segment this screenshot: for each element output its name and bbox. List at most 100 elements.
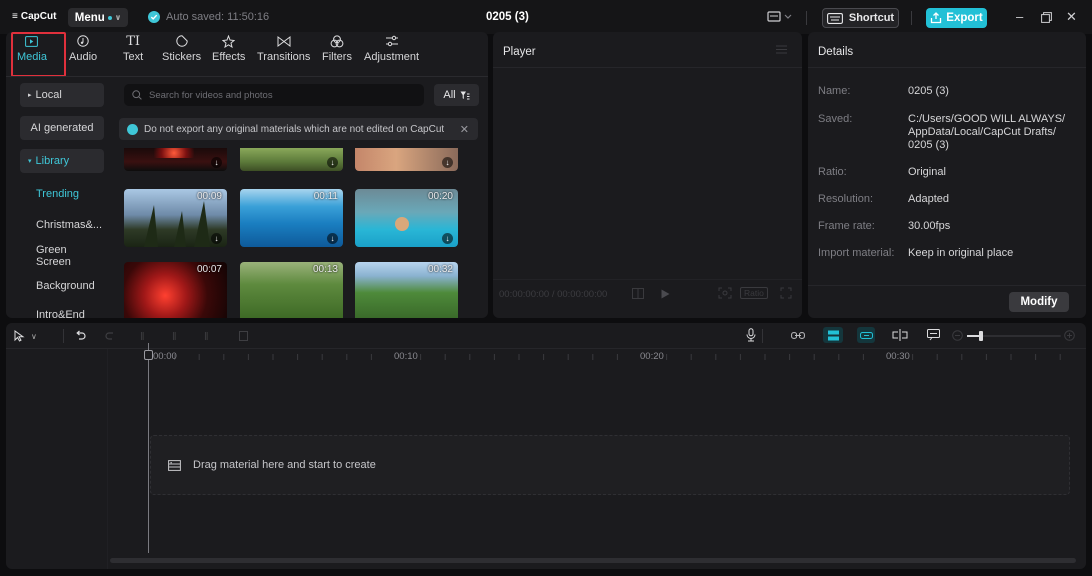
nav-local[interactable]: ▸ Local [20, 83, 104, 107]
media-thumbnail[interactable]: 00:20 ↓ [355, 189, 458, 247]
download-icon[interactable]: ↓ [211, 233, 222, 244]
split-icon[interactable]: ‖ [140, 331, 145, 343]
filter-all-button[interactable]: All [434, 84, 479, 106]
detail-ratio-label: Ratio: [818, 166, 847, 178]
dismiss-notice-icon[interactable]: ✕ [460, 123, 469, 136]
details-divider-bottom [808, 285, 1086, 286]
zoom-out-icon[interactable] [952, 330, 963, 341]
tab-filters[interactable]: Filters [322, 34, 352, 63]
tab-text[interactable]: TI Text [123, 34, 143, 64]
ratio-button[interactable]: Ratio [740, 287, 768, 299]
nav-ai-generated[interactable]: AI generated [20, 116, 104, 140]
close-icon[interactable]: ✕ [1066, 9, 1077, 25]
drop-zone-text: Drag material here and start to create [193, 459, 376, 471]
nav-christmas[interactable]: Christmas&... [20, 213, 104, 237]
split-left-icon[interactable]: ‖ [172, 331, 177, 343]
modify-button[interactable]: Modify [1009, 292, 1069, 312]
timeline-grid-icon[interactable] [632, 288, 644, 299]
timeline-toolbar-divider [6, 348, 1086, 349]
detail-name-label: Name: [818, 85, 851, 97]
cursor-icon [14, 330, 25, 342]
toolbar-divider [762, 329, 763, 343]
media-thumbnail[interactable]: ↓ [240, 148, 343, 171]
nav-intro-end[interactable]: Intro&End [36, 309, 85, 318]
auto-snap-icon[interactable] [823, 327, 843, 343]
ruler-label: 00:00 [153, 351, 177, 362]
media-thumbnail[interactable]: 00:09 ↓ [124, 189, 227, 247]
media-thumbnail[interactable]: 00:13 [240, 262, 343, 318]
preview-axis-icon[interactable] [892, 329, 908, 341]
zoom-slider-handle[interactable] [979, 331, 983, 341]
menu-button[interactable]: Menu ∨ [68, 8, 128, 27]
nav-green-screen[interactable]: Green Screen [20, 244, 104, 268]
subtitle-icon[interactable] [927, 329, 940, 341]
stickers-icon [175, 34, 188, 48]
check-circle-icon [148, 11, 160, 23]
tab-effects[interactable]: Effects [212, 34, 245, 63]
document-title: 0205 (3) [486, 11, 529, 23]
media-thumbnail[interactable]: ↓ [355, 148, 458, 171]
media-thumbnail[interactable]: 00:32 [355, 262, 458, 318]
fit-view-icon[interactable] [718, 287, 732, 299]
download-icon[interactable]: ↓ [442, 233, 453, 244]
player-menu-icon[interactable] [776, 45, 787, 54]
play-icon[interactable] [661, 289, 670, 299]
split-right-icon[interactable]: ‖ [204, 331, 209, 343]
notification-dot [107, 15, 112, 20]
tab-adjustment-label: Adjustment [364, 51, 420, 63]
detail-resolution-value: Adapted [908, 193, 949, 205]
download-icon[interactable]: ↓ [442, 157, 453, 168]
download-icon[interactable]: ↓ [327, 233, 338, 244]
keyboard-icon [826, 12, 843, 24]
tab-media[interactable]: Media [17, 34, 47, 63]
download-icon[interactable]: ↓ [327, 157, 338, 168]
delete-icon[interactable] [238, 330, 249, 342]
timeline-horizontal-scrollbar[interactable] [110, 558, 1076, 563]
redo-icon[interactable] [105, 330, 116, 342]
duration-label: 00:11 [313, 191, 338, 202]
playhead-handle[interactable] [144, 350, 153, 360]
player-divider [493, 67, 802, 68]
undo-icon[interactable] [75, 330, 86, 342]
caret-down-icon: ▾ [28, 158, 32, 165]
playhead[interactable] [148, 343, 149, 553]
tab-stickers[interactable]: Stickers [162, 34, 201, 63]
detail-name-value: 0205 (3) [908, 85, 949, 97]
search-input[interactable]: Search for videos and photos [124, 84, 424, 106]
minimize-icon[interactable]: – [1016, 9, 1023, 24]
microphone-icon[interactable] [746, 328, 756, 342]
nav-background[interactable]: Background [20, 274, 104, 298]
download-icon[interactable]: ↓ [211, 157, 222, 168]
shortcut-button[interactable]: Shortcut [822, 8, 899, 28]
link-icon[interactable] [791, 331, 805, 340]
details-title: Details [818, 46, 854, 58]
main-track-drop-zone[interactable]: Drag material here and start to create [150, 435, 1070, 495]
zoom-in-icon[interactable] [1064, 330, 1075, 341]
restore-icon[interactable] [1041, 12, 1052, 23]
nav-library-label: Library [35, 155, 70, 167]
fullscreen-icon[interactable] [780, 287, 792, 299]
player-panel [493, 32, 802, 318]
nav-trending[interactable]: Trending [20, 182, 104, 206]
export-button[interactable]: Export [926, 8, 987, 28]
select-tool[interactable]: ∨ [14, 330, 37, 342]
tab-adjustment[interactable]: Adjustment [364, 34, 419, 63]
filter-icon [460, 91, 470, 100]
link-clips-icon[interactable] [857, 327, 875, 343]
nav-library[interactable]: ▾ Library [20, 149, 104, 173]
search-icon [132, 90, 142, 100]
player-controls-divider [493, 279, 802, 280]
detail-saved-value: C:/Users/GOOD WILL ALWAYS/ AppData/Local… [908, 113, 1066, 151]
tab-transitions[interactable]: Transitions [257, 34, 310, 63]
track-header-column [6, 349, 108, 569]
duration-label: 00:07 [196, 264, 222, 275]
tab-audio[interactable]: Audio [69, 34, 97, 63]
layout-dropdown[interactable] [767, 10, 793, 24]
detail-frame-rate-label: Frame rate: [818, 220, 875, 232]
audio-icon [77, 34, 89, 48]
media-thumbnail[interactable]: 00:11 ↓ [240, 189, 343, 247]
nav-local-label: Local [35, 89, 62, 101]
media-thumbnail[interactable]: 00:07 [124, 262, 227, 318]
media-thumbnail[interactable]: ↓ [124, 148, 227, 171]
nav-background-label: Background [36, 280, 95, 292]
